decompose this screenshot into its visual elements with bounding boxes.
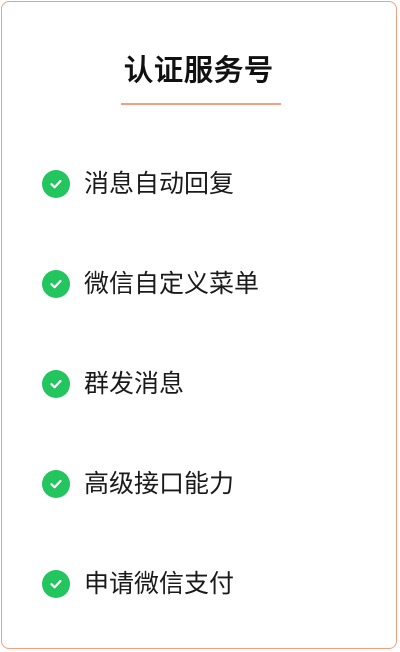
check-circle-icon	[42, 470, 70, 498]
feature-list: 消息自动回复 微信自定义菜单 群发消息 高级接口能力 申请微信支付	[2, 2, 396, 648]
feature-label: 群发消息	[84, 369, 185, 398]
feature-item-wechat-pay: 申请微信支付	[42, 564, 234, 604]
check-circle-icon	[42, 170, 70, 198]
check-circle-icon	[42, 570, 70, 598]
feature-item-mass-message: 群发消息	[42, 364, 184, 404]
check-circle-icon	[42, 270, 70, 298]
feature-item-advanced-api: 高级接口能力	[42, 464, 234, 504]
feature-label: 申请微信支付	[84, 569, 235, 598]
check-circle-icon	[42, 370, 70, 398]
feature-label: 高级接口能力	[84, 469, 235, 498]
feature-label: 微信自定义菜单	[84, 269, 260, 298]
feature-item-custom-menu: 微信自定义菜单	[42, 264, 259, 304]
feature-label: 消息自动回复	[84, 169, 235, 198]
feature-item-auto-reply: 消息自动回复	[42, 164, 234, 204]
service-account-card: 认证服务号 消息自动回复 微信自定义菜单 群发消息 高级接口能力 申请微信支付	[1, 1, 397, 649]
